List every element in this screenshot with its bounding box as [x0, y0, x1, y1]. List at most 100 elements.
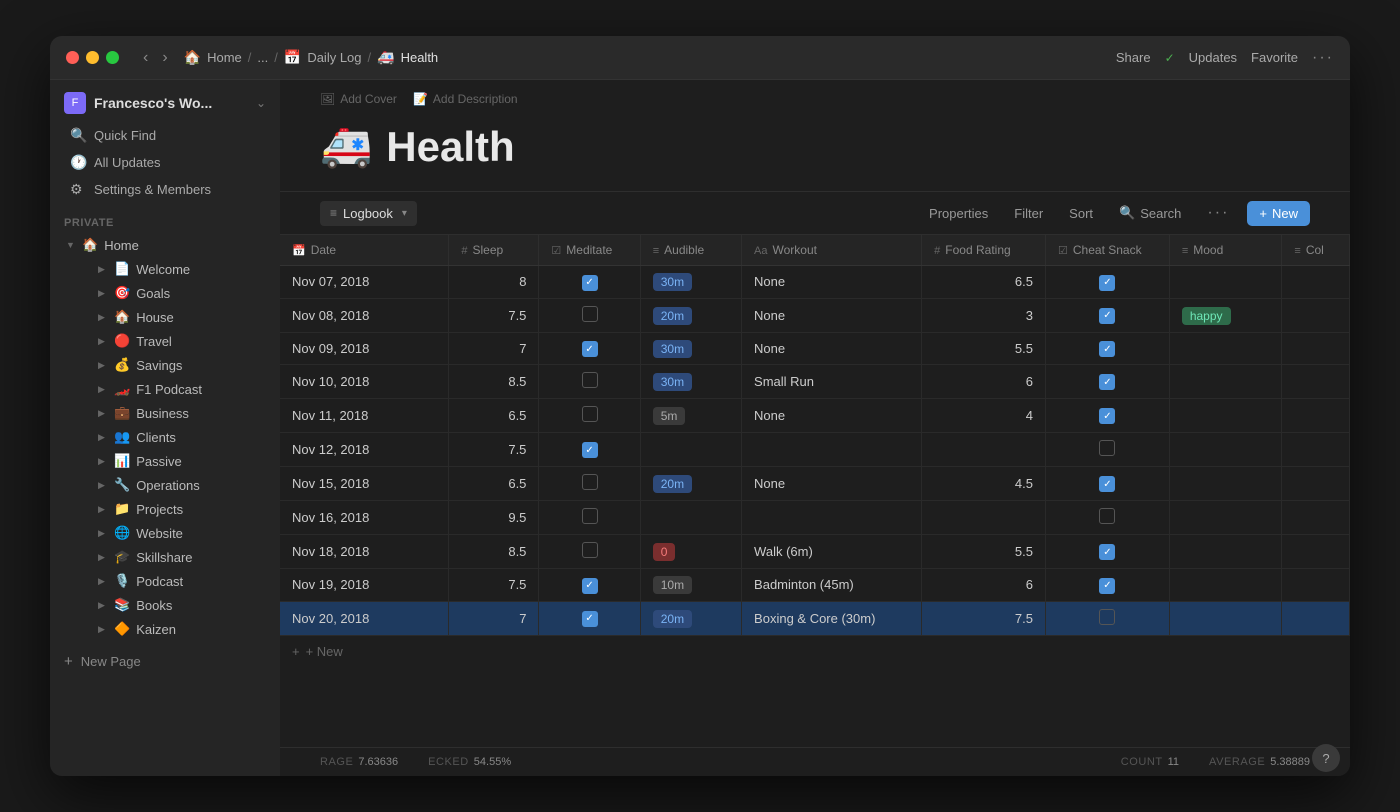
- help-button[interactable]: ?: [1312, 744, 1340, 772]
- table-row[interactable]: Nov 09, 20187✓30mNone5.5✓: [280, 332, 1350, 365]
- sidebar-item-skillshare[interactable]: ▶ 🎓 Skillshare: [70, 545, 280, 569]
- properties-button[interactable]: Properties: [921, 202, 996, 225]
- table-row[interactable]: Nov 16, 20189.5: [280, 501, 1350, 535]
- sidebar-settings[interactable]: ⚙ Settings & Members: [56, 176, 274, 203]
- sidebar-item-f1podcast[interactable]: ▶ 🏎️ F1 Podcast: [70, 377, 280, 401]
- table-row[interactable]: Nov 07, 20188✓30mNone6.5✓: [280, 266, 1350, 299]
- breadcrumb-dailylog[interactable]: Daily Log: [307, 50, 361, 65]
- checked-icon[interactable]: ✓: [582, 578, 598, 594]
- cell-cheat-snack[interactable]: [1046, 433, 1170, 467]
- breadcrumb-home[interactable]: Home: [207, 50, 242, 65]
- sidebar-item-operations[interactable]: ▶ 🔧 Operations: [70, 473, 280, 497]
- cell-cheat-snack[interactable]: ✓: [1046, 399, 1170, 433]
- more-db-options-button[interactable]: ···: [1199, 200, 1237, 226]
- table-row[interactable]: Nov 11, 20186.55mNone4✓: [280, 399, 1350, 433]
- checked-icon[interactable]: ✓: [1099, 578, 1115, 594]
- sidebar-item-website[interactable]: ▶ 🌐 Website: [70, 521, 280, 545]
- sidebar-quick-find[interactable]: 🔍 Quick Find: [56, 122, 274, 149]
- search-button[interactable]: 🔍 Search: [1111, 201, 1189, 225]
- cell-cheat-snack[interactable]: [1046, 601, 1170, 635]
- sidebar-item-goals[interactable]: ▶ 🎯 Goals: [70, 281, 280, 305]
- checked-icon[interactable]: ✓: [582, 341, 598, 357]
- unchecked-icon[interactable]: [582, 542, 598, 558]
- add-description-button[interactable]: 📝 Add Description: [413, 92, 518, 106]
- unchecked-icon[interactable]: [582, 372, 598, 388]
- cell-meditate[interactable]: [539, 467, 640, 501]
- sidebar-item-house[interactable]: ▶ 🏠 House: [70, 305, 280, 329]
- table-row[interactable]: Nov 10, 20188.530mSmall Run6✓: [280, 365, 1350, 399]
- checked-icon[interactable]: ✓: [582, 275, 598, 291]
- sidebar-item-home[interactable]: ▼ 🏠 Home: [50, 233, 280, 257]
- col-sleep[interactable]: #Sleep: [449, 235, 539, 266]
- back-button[interactable]: ‹: [139, 47, 152, 69]
- logbook-view-tab[interactable]: ≡ Logbook ▾: [320, 201, 417, 226]
- col-meditate[interactable]: ☑Meditate: [539, 235, 640, 266]
- col-workout[interactable]: AaWorkout: [742, 235, 922, 266]
- cell-cheat-snack[interactable]: [1046, 501, 1170, 535]
- checked-icon[interactable]: ✓: [582, 442, 598, 458]
- forward-button[interactable]: ›: [158, 47, 171, 69]
- more-options-button[interactable]: ···: [1312, 49, 1334, 67]
- unchecked-icon[interactable]: [1099, 440, 1115, 456]
- new-row-button[interactable]: + + New: [280, 636, 1350, 667]
- col-mood[interactable]: ≡Mood: [1169, 235, 1282, 266]
- table-row[interactable]: Nov 18, 20188.50Walk (6m)5.5✓: [280, 535, 1350, 569]
- checked-icon[interactable]: ✓: [1099, 544, 1115, 560]
- sidebar-item-savings[interactable]: ▶ 💰 Savings: [70, 353, 280, 377]
- sidebar-item-clients[interactable]: ▶ 👥 Clients: [70, 425, 280, 449]
- cell-meditate[interactable]: [539, 298, 640, 332]
- new-record-button[interactable]: + New: [1247, 201, 1310, 226]
- table-row[interactable]: Nov 19, 20187.5✓10mBadminton (45m)6✓: [280, 569, 1350, 602]
- col-audible[interactable]: ≡Audible: [640, 235, 741, 266]
- sidebar-item-podcast[interactable]: ▶ 🎙️ Podcast: [70, 569, 280, 593]
- cell-meditate[interactable]: ✓: [539, 433, 640, 467]
- filter-button[interactable]: Filter: [1006, 202, 1051, 225]
- cell-cheat-snack[interactable]: ✓: [1046, 569, 1170, 602]
- col-extra[interactable]: ≡Col: [1282, 235, 1350, 266]
- checked-icon[interactable]: ✓: [1099, 408, 1115, 424]
- unchecked-icon[interactable]: [582, 508, 598, 524]
- sidebar-item-passive[interactable]: ▶ 📊 Passive: [70, 449, 280, 473]
- col-food-rating[interactable]: #Food Rating: [922, 235, 1046, 266]
- table-row[interactable]: Nov 15, 20186.520mNone4.5✓: [280, 467, 1350, 501]
- cell-meditate[interactable]: ✓: [539, 266, 640, 299]
- checked-icon[interactable]: ✓: [582, 611, 598, 627]
- col-cheat-snack[interactable]: ☑Cheat Snack: [1046, 235, 1170, 266]
- share-button[interactable]: Share: [1116, 50, 1151, 65]
- maximize-button[interactable]: [106, 51, 119, 64]
- minimize-button[interactable]: [86, 51, 99, 64]
- cell-meditate[interactable]: [539, 501, 640, 535]
- sidebar-item-welcome[interactable]: ▶ 📄 Welcome: [70, 257, 280, 281]
- checked-icon[interactable]: ✓: [1099, 308, 1115, 324]
- sidebar-all-updates[interactable]: 🕐 All Updates: [56, 149, 274, 176]
- table-row[interactable]: Nov 12, 20187.5✓: [280, 433, 1350, 467]
- cell-cheat-snack[interactable]: ✓: [1046, 298, 1170, 332]
- cell-meditate[interactable]: ✓: [539, 601, 640, 635]
- col-date[interactable]: 📅Date: [280, 235, 449, 266]
- cell-cheat-snack[interactable]: ✓: [1046, 266, 1170, 299]
- sidebar-item-books[interactable]: ▶ 📚 Books: [70, 593, 280, 617]
- favorite-button[interactable]: Favorite: [1251, 50, 1298, 65]
- table-row[interactable]: Nov 20, 20187✓20mBoxing & Core (30m)7.5: [280, 601, 1350, 635]
- cell-meditate[interactable]: [539, 535, 640, 569]
- unchecked-icon[interactable]: [582, 474, 598, 490]
- workspace-header[interactable]: F Francesco's Wo... ⌄: [50, 80, 280, 122]
- checked-icon[interactable]: ✓: [1099, 374, 1115, 390]
- unchecked-icon[interactable]: [1099, 609, 1115, 625]
- checked-icon[interactable]: ✓: [1099, 341, 1115, 357]
- cell-cheat-snack[interactable]: ✓: [1046, 535, 1170, 569]
- add-cover-button[interactable]: 🖼 Add Cover: [320, 92, 397, 106]
- cell-meditate[interactable]: [539, 399, 640, 433]
- checked-icon[interactable]: ✓: [1099, 476, 1115, 492]
- cell-cheat-snack[interactable]: ✓: [1046, 467, 1170, 501]
- cell-cheat-snack[interactable]: ✓: [1046, 332, 1170, 365]
- breadcrumb-dots[interactable]: ...: [257, 50, 268, 65]
- unchecked-icon[interactable]: [582, 406, 598, 422]
- cell-meditate[interactable]: ✓: [539, 332, 640, 365]
- cell-cheat-snack[interactable]: ✓: [1046, 365, 1170, 399]
- sidebar-item-kaizen[interactable]: ▶ 🔶 Kaizen: [70, 617, 280, 641]
- unchecked-icon[interactable]: [582, 306, 598, 322]
- cell-meditate[interactable]: ✓: [539, 569, 640, 602]
- sidebar-item-business[interactable]: ▶ 💼 Business: [70, 401, 280, 425]
- table-row[interactable]: Nov 08, 20187.520mNone3✓happy: [280, 298, 1350, 332]
